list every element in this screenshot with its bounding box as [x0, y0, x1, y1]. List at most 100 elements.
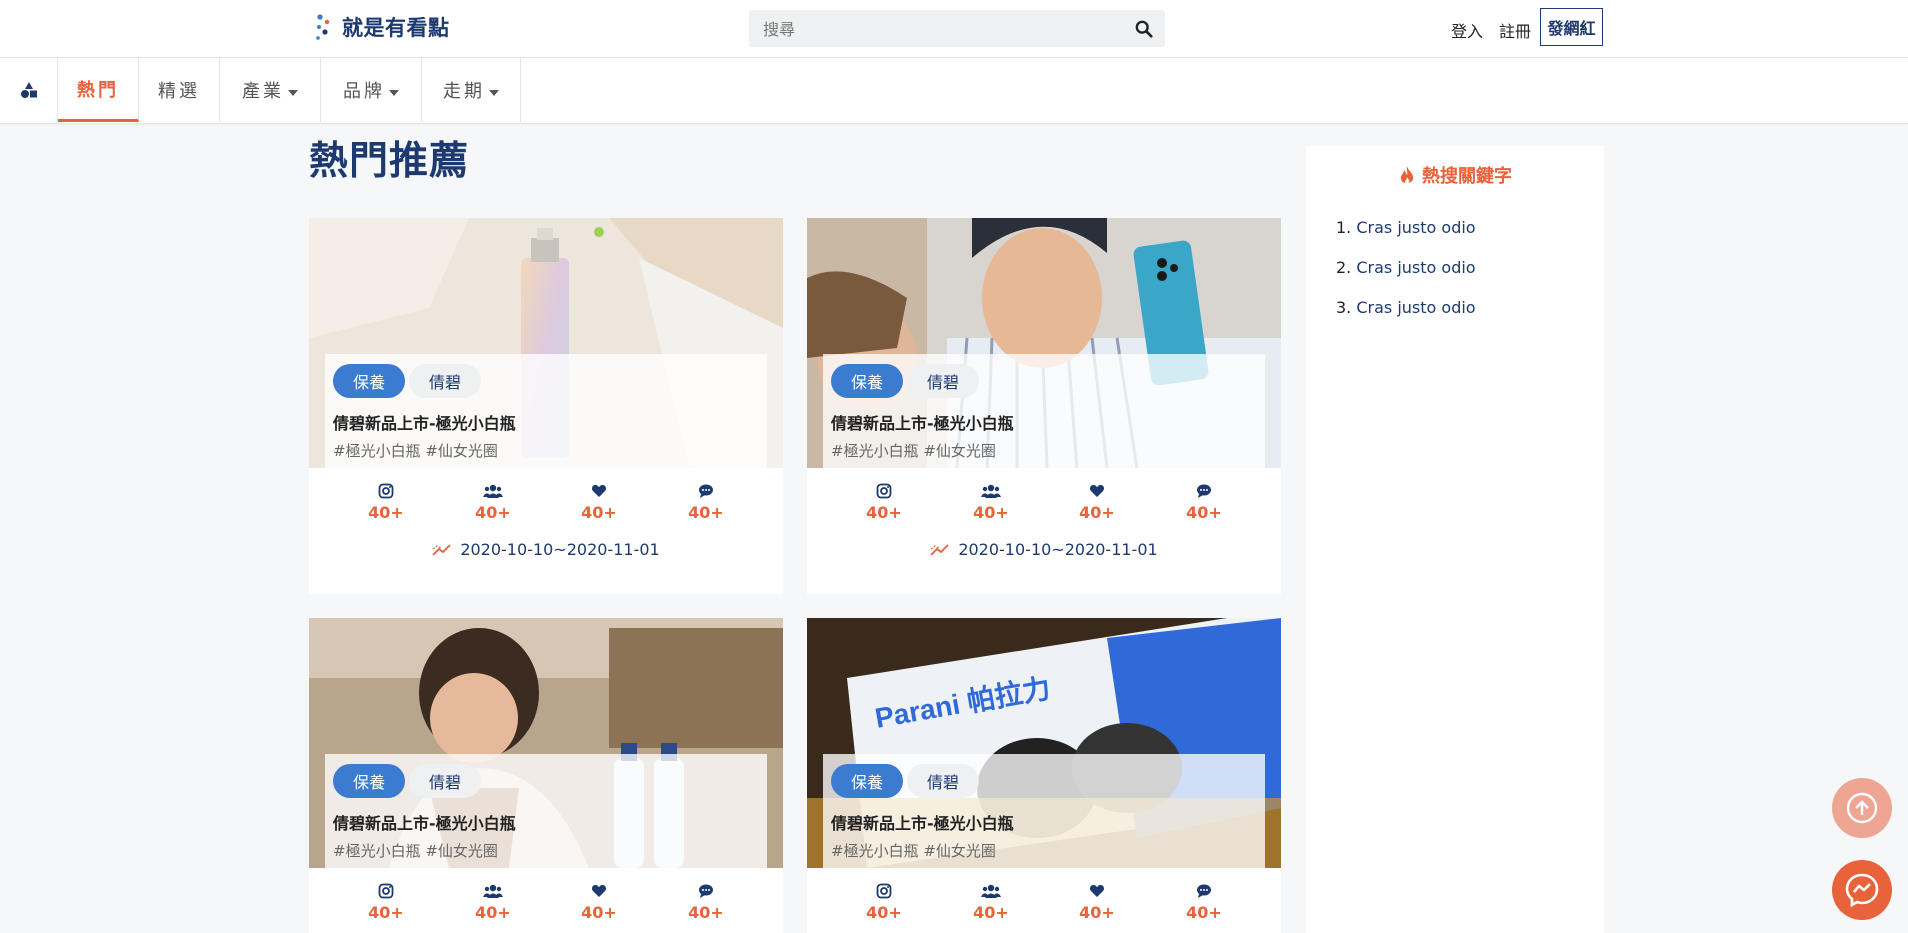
instagram-stat: 40+	[356, 483, 416, 522]
instagram-stat: 40+	[854, 483, 914, 522]
card-tags: #極光小白瓶 #仙女光圈	[333, 442, 498, 460]
messenger-icon	[1845, 873, 1879, 908]
category-tabbar: 熱門 精選 產業 品牌 走期	[0, 58, 1908, 124]
card-stats: 40+ 40+ 40+ 40+	[309, 883, 783, 923]
home-shapes-button[interactable]	[0, 58, 58, 122]
users-icon	[981, 884, 1001, 898]
likes-stat: 40+	[569, 883, 629, 922]
card-title[interactable]: 倩碧新品上市-極光小白瓶	[333, 410, 516, 434]
card-tags: #極光小白瓶 #仙女光圈	[831, 842, 996, 860]
comment-icon	[699, 484, 713, 498]
trend-chart-icon	[432, 543, 451, 556]
hot-keywords-panel: 熱搜關鍵字 1. Cras justo odio 2. Cras justo o…	[1306, 146, 1604, 933]
stat-value: 40+	[866, 903, 902, 922]
stat-value: 40+	[1186, 903, 1222, 922]
panel-title-text: 熱搜關鍵字	[1422, 166, 1512, 187]
tab-industry[interactable]: 產業	[220, 58, 321, 122]
comments-stat: 40+	[1174, 883, 1234, 922]
campaign-card[interactable]: Parani 帕拉力 保養 倩碧 倩碧新品上市-極光小白瓶 #極光小白瓶 #仙女…	[807, 618, 1281, 933]
search-input[interactable]	[761, 10, 1125, 49]
keyword-link[interactable]: Cras justo odio	[1356, 298, 1475, 317]
campaign-card[interactable]: 保養 倩碧 倩碧新品上市-極光小白瓶 #極光小白瓶 #仙女光圈 40+ 40+ …	[807, 218, 1281, 594]
messenger-button[interactable]	[1832, 860, 1892, 920]
tab-label: 產業	[242, 81, 284, 102]
brand-chip[interactable]: 倩碧	[409, 364, 482, 398]
fire-icon	[1400, 166, 1414, 184]
category-chip[interactable]: 保養	[333, 364, 406, 398]
login-link[interactable]: 登入	[1451, 18, 1483, 42]
register-link[interactable]: 註冊	[1499, 18, 1531, 42]
comments-stat: 40+	[676, 883, 736, 922]
followers-stat: 40+	[463, 483, 523, 522]
brand-chip[interactable]: 倩碧	[409, 764, 482, 798]
stat-value: 40+	[581, 903, 617, 922]
campaign-card[interactable]: 保養 倩碧 倩碧新品上市-極光小白瓶 #極光小白瓶 #仙女光圈 40+ 40+ …	[309, 218, 783, 594]
caret-down-icon	[489, 90, 499, 96]
stat-value: 40+	[1186, 503, 1222, 522]
stat-value: 40+	[1079, 903, 1115, 922]
stat-value: 40+	[368, 903, 404, 922]
likes-stat: 40+	[1067, 483, 1127, 522]
category-chip[interactable]: 保養	[333, 764, 406, 798]
stat-value: 40+	[368, 503, 404, 522]
search-box	[749, 10, 1165, 49]
tab-period[interactable]: 走期	[422, 58, 521, 122]
card-title[interactable]: 倩碧新品上市-極光小白瓶	[831, 410, 1014, 434]
stat-value: 40+	[1079, 503, 1115, 522]
stat-value: 40+	[866, 503, 902, 522]
tab-label: 品牌	[343, 81, 385, 102]
heart-icon	[1089, 485, 1105, 497]
instagram-icon	[876, 883, 892, 899]
tab-featured[interactable]: 精選	[139, 58, 220, 122]
users-icon	[981, 484, 1001, 498]
card-stats: 40+ 40+ 40+ 40+	[807, 483, 1281, 523]
brand-chip[interactable]: 倩碧	[907, 764, 980, 798]
caret-down-icon	[389, 90, 399, 96]
card-overlay: 保養 倩碧 倩碧新品上市-極光小白瓶 #極光小白瓶 #仙女光圈	[325, 354, 767, 468]
instagram-stat: 40+	[356, 883, 416, 922]
search-icon[interactable]	[1135, 20, 1153, 38]
comments-stat: 40+	[1174, 483, 1234, 522]
tab-hot[interactable]: 熱門	[58, 58, 139, 122]
card-overlay: 保養 倩碧 倩碧新品上市-極光小白瓶 #極光小白瓶 #仙女光圈	[823, 754, 1265, 868]
stat-value: 40+	[973, 503, 1009, 522]
tab-brand[interactable]: 品牌	[321, 58, 422, 122]
keyword-item: 2. Cras justo odio	[1336, 258, 1476, 277]
arrow-up-circle-icon	[1846, 792, 1878, 824]
likes-stat: 40+	[569, 483, 629, 522]
logo-dots-icon	[316, 14, 330, 40]
shapes-icon	[20, 82, 37, 98]
brand-logo[interactable]: 就是有看點	[314, 12, 450, 42]
campaign-card[interactable]: 保養 倩碧 倩碧新品上市-極光小白瓶 #極光小白瓶 #仙女光圈 40+ 40+ …	[309, 618, 783, 933]
card-overlay: 保養 倩碧 倩碧新品上市-極光小白瓶 #極光小白瓶 #仙女光圈	[823, 354, 1265, 468]
instagram-stat: 40+	[854, 883, 914, 922]
followers-stat: 40+	[463, 883, 523, 922]
users-icon	[483, 484, 503, 498]
stat-value: 40+	[475, 503, 511, 522]
keyword-link[interactable]: Cras justo odio	[1356, 258, 1475, 277]
back-to-top-button[interactable]	[1832, 778, 1892, 838]
comment-icon	[1197, 484, 1211, 498]
card-stats: 40+ 40+ 40+ 40+	[807, 883, 1281, 923]
card-overlay: 保養 倩碧 倩碧新品上市-極光小白瓶 #極光小白瓶 #仙女光圈	[325, 754, 767, 868]
keyword-link[interactable]: Cras justo odio	[1356, 218, 1475, 237]
stat-value: 40+	[688, 503, 724, 522]
tab-label: 走期	[443, 81, 485, 102]
stat-value: 40+	[688, 903, 724, 922]
campaign-period: 2020-10-10~2020-11-01	[309, 540, 783, 559]
comment-icon	[1197, 884, 1211, 898]
keyword-item: 1. Cras justo odio	[1336, 218, 1476, 237]
category-chip[interactable]: 保養	[831, 364, 904, 398]
brand-chip[interactable]: 倩碧	[907, 364, 980, 398]
instagram-icon	[378, 483, 394, 499]
stat-value: 40+	[475, 903, 511, 922]
card-tags: #極光小白瓶 #仙女光圈	[333, 842, 498, 860]
trend-chart-icon	[930, 543, 949, 556]
card-title[interactable]: 倩碧新品上市-極光小白瓶	[333, 810, 516, 834]
stat-value: 40+	[581, 503, 617, 522]
post-influencer-button[interactable]: 發網紅	[1540, 8, 1603, 46]
card-title[interactable]: 倩碧新品上市-極光小白瓶	[831, 810, 1014, 834]
tab-label: 精選	[158, 81, 200, 102]
comment-icon	[699, 884, 713, 898]
category-chip[interactable]: 保養	[831, 764, 904, 798]
